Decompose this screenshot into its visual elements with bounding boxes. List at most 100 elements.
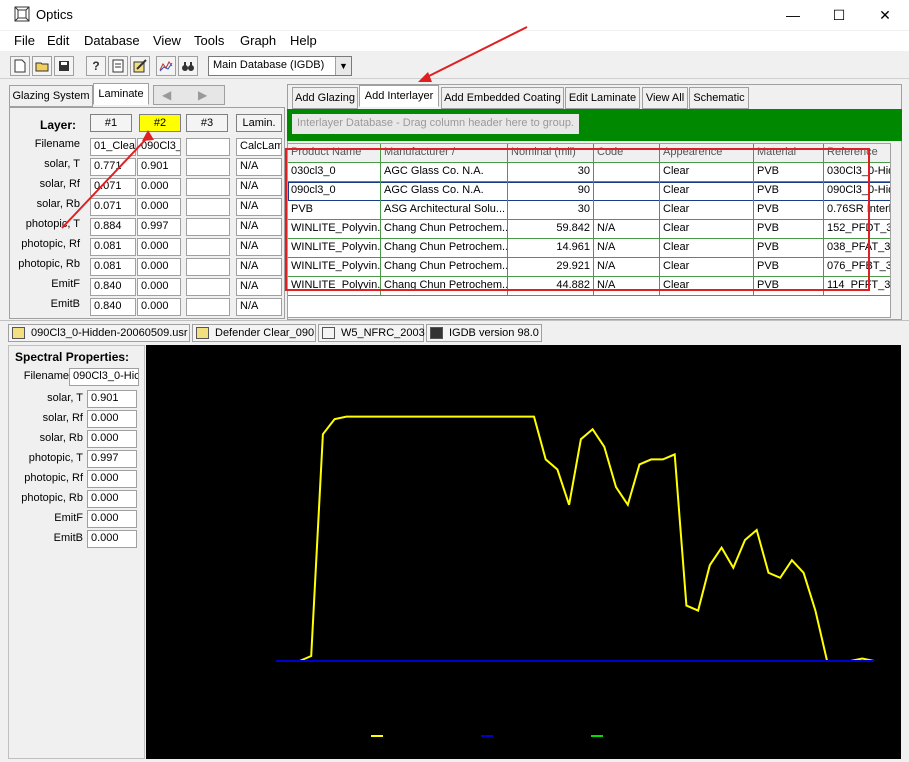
- status-file-3[interactable]: W5_NFRC_2003: [318, 324, 425, 342]
- tab-view-all[interactable]: View All: [642, 87, 688, 109]
- layer-3-button[interactable]: #3: [186, 114, 228, 132]
- layer3-value[interactable]: [186, 218, 230, 236]
- spectral-value[interactable]: 0.000: [87, 490, 137, 508]
- save-icon[interactable]: [54, 56, 74, 76]
- layer3-value[interactable]: [186, 158, 230, 176]
- menu-file[interactable]: File: [14, 33, 35, 48]
- layer2-value[interactable]: 0.000: [137, 198, 181, 216]
- spectral-filename-field[interactable]: 090Cl3_0-Hic: [69, 368, 139, 386]
- tab-add-embedded-coating[interactable]: Add Embedded Coating: [441, 87, 564, 109]
- layer3-value[interactable]: [186, 178, 230, 196]
- tab-add-glazing[interactable]: Add Glazing: [292, 87, 358, 109]
- menu-database[interactable]: Database: [84, 33, 140, 48]
- spectral-value[interactable]: 0.000: [87, 510, 137, 528]
- layer3-value[interactable]: [186, 258, 230, 276]
- chart-icon[interactable]: [156, 56, 176, 76]
- layer3-value[interactable]: [186, 298, 230, 316]
- layer2-value[interactable]: 0.000: [137, 238, 181, 256]
- layer1-value[interactable]: 01_Clear: [90, 138, 136, 156]
- spectral-value[interactable]: 0.000: [87, 530, 137, 548]
- layer2-value[interactable]: 0.000: [137, 178, 181, 196]
- tab-schematic[interactable]: Schematic: [689, 87, 749, 109]
- status-database[interactable]: IGDB version 98.0: [426, 324, 542, 342]
- layer1-value[interactable]: 0.840: [90, 298, 136, 316]
- layer1-value[interactable]: 0.081: [90, 258, 136, 276]
- menu-edit[interactable]: Edit: [47, 33, 69, 48]
- binoculars-icon[interactable]: [178, 56, 198, 76]
- spectral-label: solar, Rf: [42, 412, 83, 424]
- help-icon[interactable]: ?: [86, 56, 106, 76]
- menu-bar: File Edit Database View Tools Graph Help: [0, 31, 909, 51]
- laminate-label: photopic, T: [25, 218, 80, 230]
- arrow-right-icon[interactable]: ▶: [198, 88, 207, 102]
- new-icon[interactable]: [10, 56, 30, 76]
- spectral-label: photopic, Rf: [24, 472, 83, 484]
- minimize-button[interactable]: —: [770, 0, 816, 30]
- laminate-result-value[interactable]: N/A: [236, 278, 282, 296]
- spectral-value[interactable]: 0.901: [87, 390, 137, 408]
- report-icon[interactable]: [108, 56, 128, 76]
- laminate-label: photopic, Rf: [21, 238, 80, 250]
- layer3-value[interactable]: [186, 198, 230, 216]
- layer2-value[interactable]: 090Cl3_: [137, 138, 181, 156]
- layer1-value[interactable]: 0.071: [90, 178, 136, 196]
- group-by-panel[interactable]: Interlayer Database - Drag column header…: [287, 109, 902, 141]
- layer1-value[interactable]: 0.081: [90, 238, 136, 256]
- menu-tools[interactable]: Tools: [194, 33, 224, 48]
- tab-glazing-system[interactable]: Glazing System: [9, 85, 93, 107]
- laminate-result-value[interactable]: N/A: [236, 298, 282, 316]
- file-status-bar: 090Cl3_0-Hidden-20060509.usr Defender Cl…: [0, 320, 909, 344]
- status-file-1[interactable]: 090Cl3_0-Hidden-20060509.usr: [8, 324, 190, 342]
- lamin-button[interactable]: Lamin.: [236, 114, 282, 132]
- layer1-value[interactable]: 0.071: [90, 198, 136, 216]
- laminate-result-value[interactable]: N/A: [236, 198, 282, 216]
- file-icon: [12, 327, 25, 339]
- chevron-down-icon[interactable]: ▼: [335, 57, 351, 75]
- menu-graph[interactable]: Graph: [240, 33, 276, 48]
- laminate-label: photopic, Rb: [18, 258, 80, 270]
- group-by-hint: Interlayer Database - Drag column header…: [292, 114, 579, 134]
- menu-view[interactable]: View: [153, 33, 181, 48]
- layer2-value[interactable]: 0.901: [137, 158, 181, 176]
- open-folder-icon[interactable]: [32, 56, 52, 76]
- tab-edit-laminate[interactable]: Edit Laminate: [565, 87, 640, 109]
- layer-label: Layer:: [40, 118, 77, 132]
- layer2-value[interactable]: 0.997: [137, 218, 181, 236]
- layer-1-button[interactable]: #1: [90, 114, 132, 132]
- layer2-value[interactable]: 0.000: [137, 298, 181, 316]
- spectral-value[interactable]: 0.000: [87, 430, 137, 448]
- laminate-result-value[interactable]: N/A: [236, 178, 282, 196]
- layer1-value[interactable]: 0.884: [90, 218, 136, 236]
- spectral-filename-label: Filename: [23, 370, 69, 382]
- edit-icon[interactable]: [130, 56, 150, 76]
- highlight-rectangle: [285, 148, 870, 291]
- tab-laminate[interactable]: Laminate: [93, 83, 149, 105]
- layer1-value[interactable]: 0.840: [90, 278, 136, 296]
- laminate-result-value[interactable]: N/A: [236, 258, 282, 276]
- layer2-value[interactable]: 0.000: [137, 278, 181, 296]
- laminate-result-value[interactable]: N/A: [236, 238, 282, 256]
- spectral-value[interactable]: 0.000: [87, 410, 137, 428]
- laminate-panel: Layer: #1 #2 #3 Lamin. Filename 01_Clear 0…: [9, 107, 285, 319]
- spectral-value[interactable]: 0.997: [87, 450, 137, 468]
- layer1-value[interactable]: 0.771: [90, 158, 136, 176]
- close-button[interactable]: ✕: [862, 0, 908, 30]
- arrow-left-icon[interactable]: ◀: [162, 88, 171, 102]
- laminate-result-value[interactable]: N/A: [236, 158, 282, 176]
- layer3-value[interactable]: [186, 278, 230, 296]
- status-file-2[interactable]: Defender Clear_090: [192, 324, 316, 342]
- maximize-button[interactable]: ☐: [816, 0, 862, 30]
- layer3-value[interactable]: [186, 238, 230, 256]
- laminate-result-value[interactable]: N/A: [236, 218, 282, 236]
- layer-2-button[interactable]: #2: [139, 114, 181, 132]
- title-bar: Optics — ☐ ✕: [0, 0, 909, 30]
- spectral-value[interactable]: 0.000: [87, 470, 137, 488]
- status-file-2-label: Defender Clear_090: [215, 327, 315, 339]
- spectral-label: solar, Rb: [39, 432, 83, 444]
- database-select[interactable]: Main Database (IGDB) ▼: [208, 56, 352, 76]
- tab-add-interlayer[interactable]: Add Interlayer: [359, 85, 439, 107]
- layer2-value[interactable]: 0.000: [137, 258, 181, 276]
- layer3-value[interactable]: [186, 138, 230, 156]
- laminate-result-value[interactable]: CalcLam: [236, 138, 282, 156]
- menu-help[interactable]: Help: [290, 33, 317, 48]
